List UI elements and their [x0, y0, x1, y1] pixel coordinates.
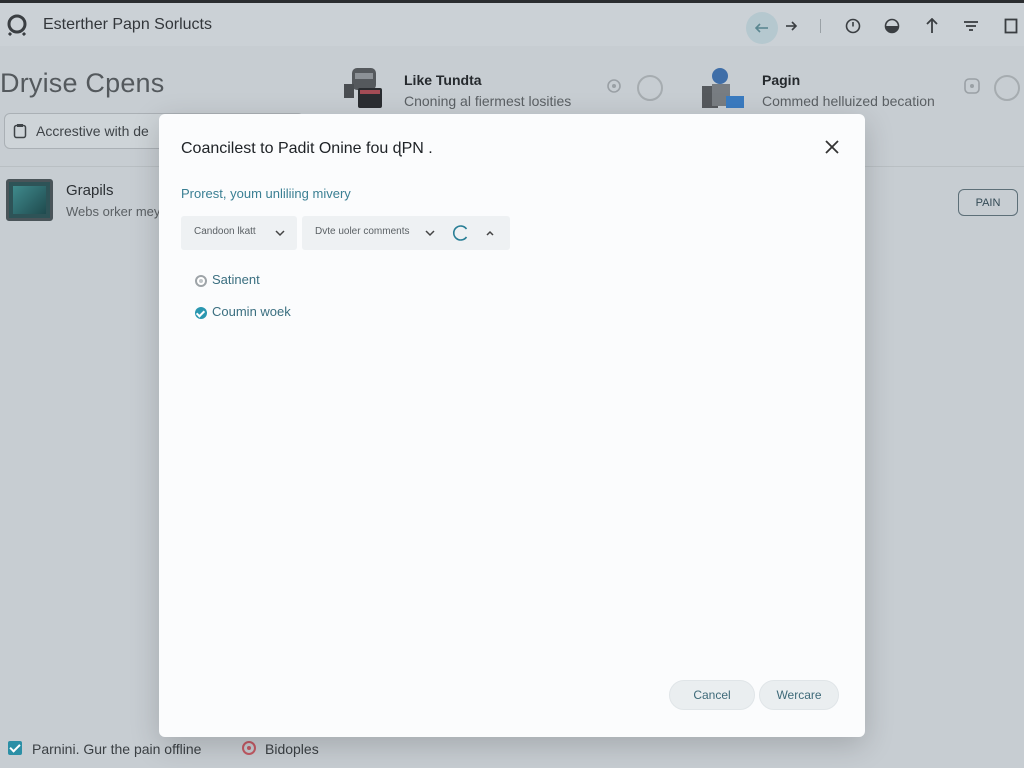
pain-button[interactable]: PAIN	[958, 189, 1018, 216]
upload-icon[interactable]	[921, 15, 943, 37]
chevron-down-icon	[275, 230, 285, 237]
card-title: Pagin	[762, 72, 801, 88]
item-title: Grapils	[66, 182, 114, 199]
card-title: Like Tundta	[404, 72, 482, 88]
option-label: Coumin woek	[212, 304, 291, 319]
background-heading: Dryise Cpens	[0, 68, 165, 98]
close-icon[interactable]	[821, 136, 843, 158]
app-logo-icon	[7, 14, 27, 36]
dialog-title: Coancilest to Padit Onine fou ɖPN .	[181, 140, 433, 157]
half-circle-icon[interactable]	[881, 15, 903, 37]
person-laptop-icon	[344, 68, 382, 108]
person-computer-icon	[702, 68, 744, 108]
card-subtitle: Cnoning al fiermest losities	[404, 93, 572, 109]
clipboard-icon	[13, 124, 27, 139]
item-subtitle: Webs orker meye	[66, 204, 168, 219]
chevron-down-icon	[425, 230, 435, 237]
item-thumbnail	[6, 179, 53, 221]
forward-icon[interactable]	[781, 15, 803, 37]
radio-button-checked[interactable]	[195, 307, 207, 319]
record-icon[interactable]	[242, 741, 256, 755]
refresh-icon[interactable]	[605, 77, 623, 95]
select-comments[interactable]: Dvte uoler comments	[302, 216, 510, 250]
window-icon[interactable]	[1000, 15, 1022, 37]
loading-spinner-icon	[453, 225, 468, 241]
select-value: Candoon lkatt	[194, 226, 256, 237]
chevron-up-icon[interactable]	[484, 227, 496, 239]
card-action-button[interactable]	[637, 75, 663, 101]
radio-button[interactable]	[195, 275, 207, 287]
select-value: Dvte uoler comments	[315, 226, 410, 237]
card-action-button[interactable]	[994, 75, 1020, 101]
option-label: Satinent	[212, 272, 260, 287]
offline-checkbox-label: Parnini. Gur the pain offline	[32, 741, 202, 757]
offline-checkbox[interactable]	[8, 741, 22, 755]
cancel-button[interactable]: Cancel	[669, 680, 755, 710]
select-candoon[interactable]: Candoon lkatt	[181, 216, 297, 250]
toolbar-separator	[820, 19, 821, 33]
search-placeholder: Accrestive with de	[36, 123, 149, 139]
clock-icon[interactable]	[842, 15, 864, 37]
confirm-button[interactable]: Wercare	[759, 680, 839, 710]
top-bar: Esterther Papn Sorlucts	[0, 0, 1024, 46]
square-icon[interactable]	[963, 77, 981, 95]
bidoples-label: Bidoples	[265, 741, 319, 757]
back-icon[interactable]	[746, 12, 778, 44]
card-subtitle: Commed helluized becation	[762, 93, 935, 109]
filter-icon[interactable]	[960, 15, 982, 37]
dialog-subtitle: Prorest, youm unliliing mivery	[181, 186, 351, 201]
dialog: Coancilest to Padit Onine fou ɖPN . Pror…	[159, 114, 865, 737]
app-title: Esterther Papn Sorlucts	[43, 16, 212, 33]
